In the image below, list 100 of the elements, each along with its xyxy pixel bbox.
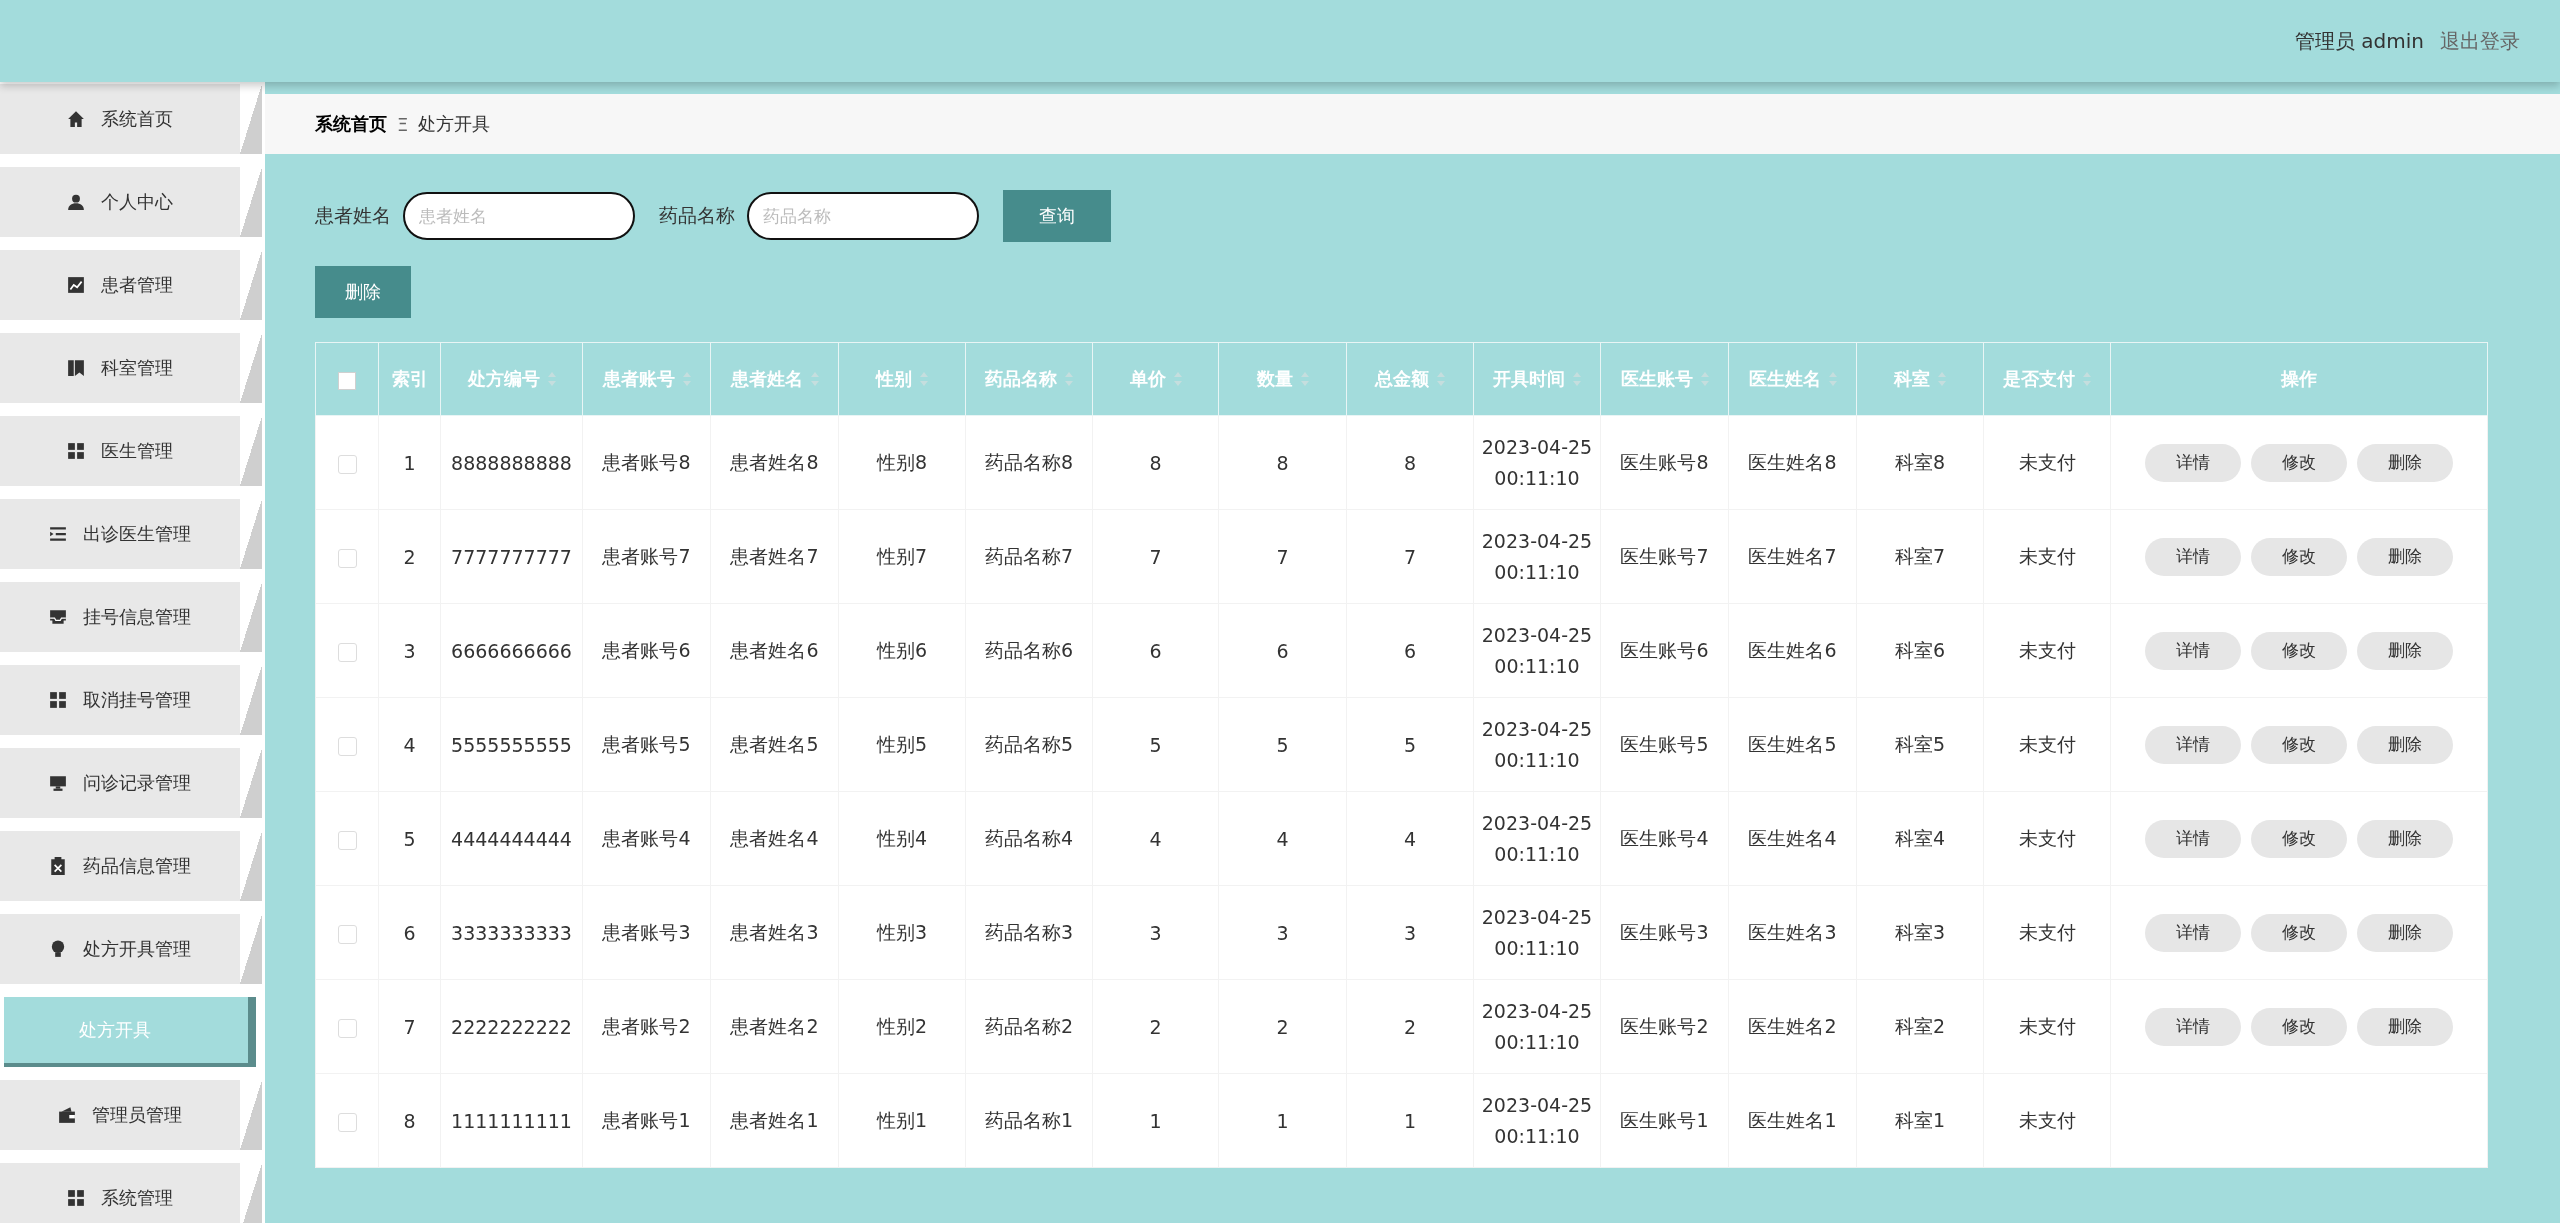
sidebar-item[interactable]: 系统管理	[0, 1163, 262, 1223]
details-button[interactable]: 详情	[2145, 913, 2241, 952]
delete-button[interactable]: 删除	[2357, 1007, 2453, 1046]
table-cell: 性别6	[876, 638, 928, 661]
sort-icon[interactable]	[1828, 372, 1837, 386]
column-header: 单价	[1129, 367, 1166, 391]
table-cell: 3	[1276, 921, 1289, 944]
user-label: 管理员 admin	[2294, 27, 2424, 55]
sort-icon[interactable]	[920, 372, 928, 386]
details-button[interactable]: 详情	[2145, 443, 2241, 482]
delete-button[interactable]: 删除	[2357, 443, 2453, 482]
breadcrumb-link[interactable]: 系统首页	[315, 112, 387, 136]
details-button[interactable]: 详情	[2145, 1007, 2241, 1046]
sidebar-item[interactable]: 科室管理	[0, 333, 262, 403]
column-header: 患者账号	[602, 367, 675, 391]
table-cell: 5555555555	[451, 733, 572, 756]
table-cell: 1	[403, 451, 416, 474]
edit-button[interactable]: 修改	[2251, 913, 2347, 952]
sidebar-item[interactable]: 药品信息管理	[0, 831, 262, 901]
sidebar-item[interactable]: 个人中心	[0, 167, 262, 237]
sort-icon[interactable]	[1300, 372, 1309, 386]
sidebar-item[interactable]: 医生管理	[0, 416, 262, 486]
row-checkbox[interactable]	[337, 1018, 357, 1038]
table-cell-text: 2023-04-25 00:11:10	[1480, 811, 1594, 867]
table-cell: 科室8	[1894, 450, 1946, 473]
edit-button[interactable]: 修改	[2251, 537, 2347, 576]
sort-icon[interactable]	[1573, 372, 1581, 386]
table-cell: 5	[1149, 733, 1162, 756]
sidebar-item[interactable]: 问诊记录管理	[0, 748, 262, 818]
table-cell: 未支付	[2018, 1108, 2076, 1131]
details-button[interactable]: 详情	[2145, 537, 2241, 576]
sidebar-item[interactable]: 管理员管理	[0, 1080, 262, 1150]
table-cell: 患者姓名2	[730, 1014, 819, 1037]
table-cell: 患者账号7	[602, 544, 691, 567]
table-cell: 8	[1403, 451, 1417, 474]
sidebar-item[interactable]: 挂号信息管理	[0, 582, 262, 652]
row-checkbox[interactable]	[337, 548, 357, 568]
delete-button[interactable]: 删除	[2357, 631, 2453, 670]
search-button[interactable]: 查询	[1003, 190, 1111, 242]
column-header: 是否支付	[2003, 367, 2075, 391]
table-cell: 医生姓名3	[1748, 920, 1837, 943]
edit-button[interactable]: 修改	[2251, 631, 2347, 670]
delete-button[interactable]: 删除	[2357, 913, 2453, 952]
table-cell: 7	[1276, 545, 1289, 568]
row-checkbox[interactable]	[337, 1112, 357, 1132]
details-button[interactable]: 详情	[2145, 631, 2241, 670]
table-cell: 未支付	[2018, 732, 2076, 755]
row-checkbox[interactable]	[337, 454, 357, 474]
table-cell: 医生账号8	[1620, 450, 1709, 473]
table-cell: 8	[403, 1109, 416, 1132]
table-cell: 性别8	[876, 450, 928, 473]
table-cell: 药品名称8	[984, 450, 1074, 473]
sort-icon[interactable]	[2083, 372, 2091, 386]
sidebar-item[interactable]: 处方开具管理	[0, 914, 262, 984]
table-cell: 4	[1276, 827, 1289, 850]
sort-icon[interactable]	[810, 372, 819, 386]
delete-button[interactable]: 删除	[2357, 537, 2453, 576]
table-cell: 患者姓名3	[730, 920, 819, 943]
sort-icon[interactable]	[1065, 372, 1073, 386]
row-checkbox[interactable]	[337, 736, 357, 756]
row-checkbox[interactable]	[337, 924, 357, 944]
table-cell: 药品名称6	[984, 638, 1074, 661]
details-button[interactable]: 详情	[2145, 725, 2241, 764]
table-cell: 科室5	[1894, 732, 1946, 755]
sort-icon[interactable]	[682, 372, 691, 386]
edit-button[interactable]: 修改	[2251, 819, 2347, 858]
sort-icon[interactable]	[1437, 372, 1445, 386]
table-cell: 药品名称1	[984, 1108, 1074, 1131]
sort-icon[interactable]	[1173, 372, 1182, 386]
table-cell: 1	[1276, 1109, 1289, 1132]
sort-icon[interactable]	[1700, 372, 1709, 386]
table-cell: 2	[1403, 1015, 1417, 1038]
row-checkbox[interactable]	[337, 642, 357, 662]
table-cell: 医生账号5	[1620, 732, 1709, 755]
sidebar-item[interactable]: 系统首页	[0, 84, 262, 154]
sidebar-item[interactable]: 取消挂号管理	[0, 665, 262, 735]
grid-icon	[49, 691, 67, 709]
search-field[interactable]: 患者姓名	[403, 192, 635, 240]
logout-link[interactable]: 退出登录	[2440, 27, 2520, 55]
field-label: 药品名称	[659, 203, 735, 228]
column-header: 处方编号	[467, 367, 540, 391]
delete-button[interactable]: 删除	[2357, 725, 2453, 764]
sidebar-item[interactable]: 患者管理	[0, 250, 262, 320]
table-cell: 8	[1276, 451, 1289, 474]
details-button[interactable]: 详情	[2145, 819, 2241, 858]
delete-button[interactable]: 删除	[2357, 819, 2453, 858]
sidebar-item[interactable]: 出诊医生管理	[0, 499, 262, 569]
select-all-checkbox[interactable]	[338, 371, 356, 390]
table-cell: 6	[1276, 639, 1289, 662]
table-cell: 医生账号1	[1620, 1108, 1709, 1131]
edit-button[interactable]: 修改	[2251, 1007, 2347, 1046]
chart-icon	[67, 276, 85, 294]
edit-button[interactable]: 修改	[2251, 725, 2347, 764]
sort-icon[interactable]	[547, 372, 556, 386]
search-field[interactable]: 药品名称	[747, 192, 979, 240]
edit-button[interactable]: 修改	[2251, 443, 2347, 482]
person-icon	[67, 193, 85, 211]
row-checkbox[interactable]	[337, 830, 357, 850]
sort-icon[interactable]	[1938, 372, 1946, 386]
delete-button[interactable]: 删除	[315, 266, 411, 318]
